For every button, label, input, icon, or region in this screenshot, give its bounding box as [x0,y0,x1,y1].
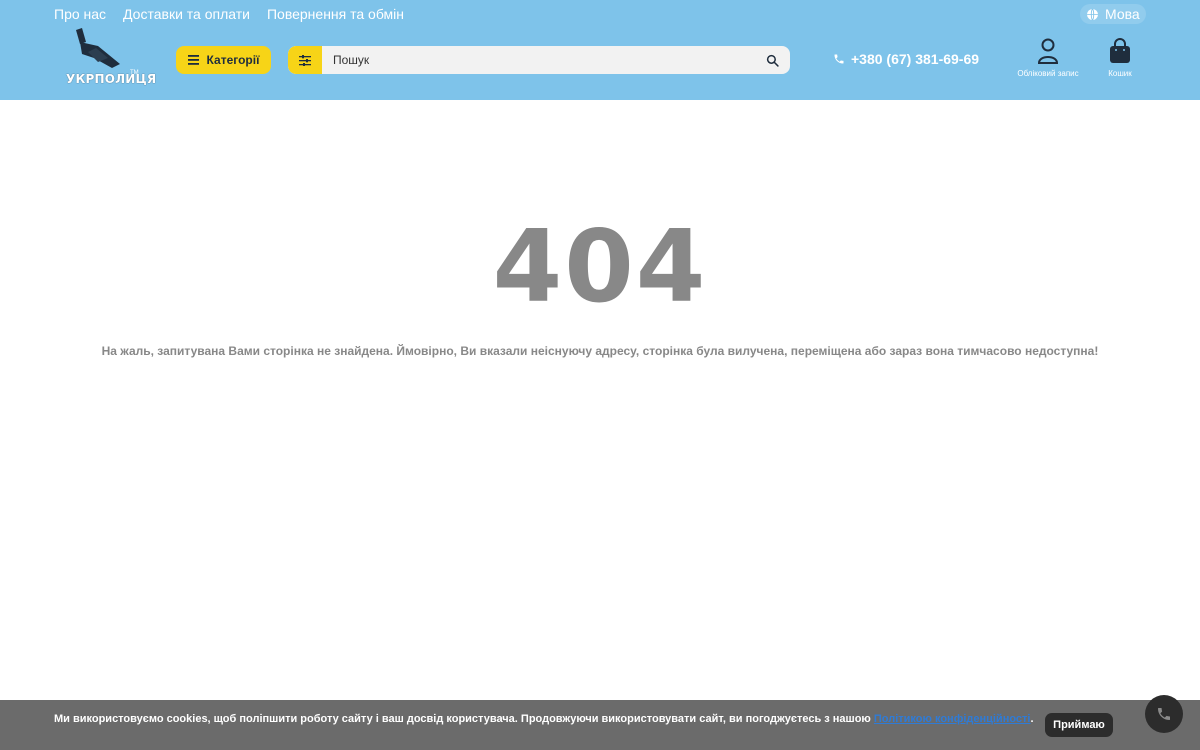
phone-icon [834,54,844,64]
cookie-suffix: . [1030,713,1034,725]
cookie-text-line: Ми використовуємо cookies, щоб поліпшити… [54,713,1034,725]
cookie-banner: Ми використовуємо cookies, щоб поліпшити… [0,700,1200,750]
categories-button[interactable]: Категорії [176,46,271,74]
account-label: Обліковий запис [1017,69,1079,78]
phone-icon [1158,708,1170,720]
logo-trademark: TM [130,70,139,76]
nav-link-delivery[interactable]: Доставки та оплати [123,5,250,23]
search-filter-button[interactable] [288,46,322,74]
search-bar [288,46,790,74]
nav-link-returns[interactable]: Повернення та обмін [267,5,404,23]
plough-logo-icon [76,28,120,68]
language-label: Мова [1105,6,1140,22]
user-icon [1037,38,1059,64]
globe-icon [1087,8,1098,20]
search-icon [766,54,779,67]
error-code: 404 [492,208,708,325]
language-switcher[interactable]: Мова [1080,4,1146,24]
cookie-text: Ми використовуємо cookies, щоб поліпшити… [54,713,874,725]
call-button[interactable] [1145,695,1183,733]
categories-label: Категорії [206,53,260,67]
menu-icon [187,55,199,65]
phone-link[interactable]: +380 (67) 381-69-69 [833,51,979,67]
privacy-policy-link[interactable]: Політикою конфіденційності [874,713,1031,725]
error-message: На жаль, запитувана Вами сторінка не зна… [101,344,1099,358]
shopping-bag-icon [1110,38,1130,63]
search-submit-button[interactable] [754,46,790,74]
account-button[interactable]: Обліковий запис [1008,38,1088,78]
phone-number: +380 (67) 381-69-69 [851,51,980,67]
cart-button[interactable]: Кошик [1100,38,1140,78]
logo-text: УКРПОЛИЦЯ [66,72,157,86]
sliders-icon [299,54,311,66]
cart-label: Кошик [1108,69,1132,78]
site-header: Про нас Доставки та оплати Повернення та… [0,0,1200,100]
search-input[interactable] [322,46,754,74]
nav-link-about[interactable]: Про нас [54,5,106,23]
cookie-accept-button[interactable]: Приймаю [1045,713,1113,737]
site-logo[interactable]: УКРПОЛИЦЯ TM [62,28,156,90]
top-nav: Про нас Доставки та оплати Повернення та… [54,5,404,23]
